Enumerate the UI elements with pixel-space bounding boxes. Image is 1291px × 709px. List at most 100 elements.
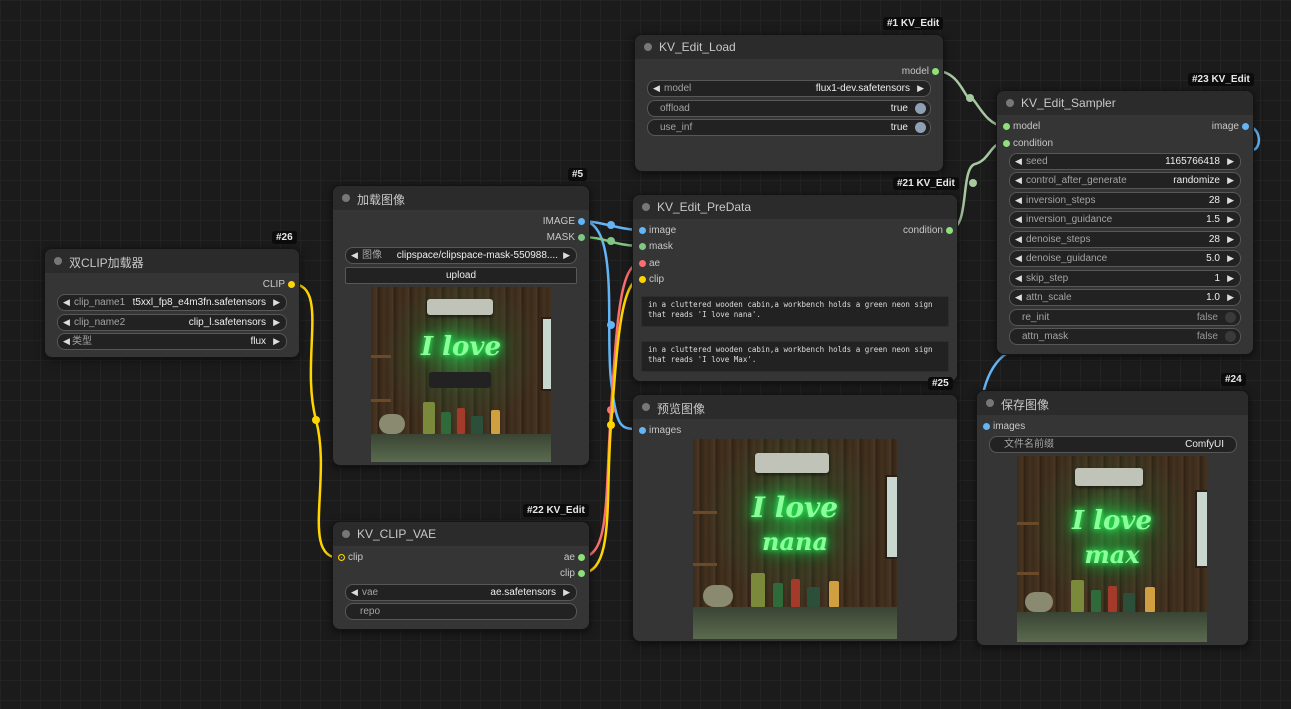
collapse-dot-icon[interactable] bbox=[342, 194, 350, 202]
slot-dot-icon[interactable] bbox=[639, 227, 646, 234]
upload-button[interactable]: upload bbox=[345, 267, 577, 284]
input-slot-condition[interactable]: condition bbox=[1003, 137, 1083, 151]
collapse-dot-icon[interactable] bbox=[342, 530, 350, 538]
toggle-re-init[interactable]: re_init false bbox=[1009, 309, 1241, 326]
output-slot-image[interactable]: IMAGE bbox=[505, 215, 585, 229]
arrow-left-icon[interactable]: ◀ bbox=[653, 81, 660, 96]
input-slot-images[interactable]: images bbox=[983, 420, 1063, 434]
widget-image-select[interactable]: ◀ 图像 clipspace/clipspace-mask-550988....… bbox=[345, 247, 577, 264]
toggle-offload[interactable]: offload true bbox=[647, 100, 931, 117]
slot-dot-icon[interactable] bbox=[946, 227, 953, 234]
arrow-right-icon[interactable]: ▶ bbox=[273, 295, 280, 310]
arrow-right-icon[interactable]: ▶ bbox=[563, 248, 570, 263]
collapse-dot-icon[interactable] bbox=[986, 399, 994, 407]
toggle-on-icon[interactable] bbox=[915, 103, 926, 114]
slot-dot-icon[interactable] bbox=[1003, 140, 1010, 147]
arrow-right-icon[interactable]: ▶ bbox=[1227, 154, 1234, 169]
widget-clip-name1[interactable]: ◀ clip_name1 t5xxl_fp8_e4m3fn.safetensor… bbox=[57, 294, 287, 311]
preview-image-node[interactable]: 预览图像 images I love nana bbox=[632, 394, 958, 642]
input-slot-clip[interactable]: clip bbox=[338, 551, 418, 565]
node-header[interactable]: KV_Edit_Load bbox=[635, 35, 943, 59]
kv-edit-load-node[interactable]: KV_Edit_Load model ◀ model flux1-dev.saf… bbox=[634, 34, 944, 172]
arrow-left-icon[interactable]: ◀ bbox=[63, 334, 70, 349]
arrow-left-icon[interactable]: ◀ bbox=[1015, 212, 1022, 227]
collapse-dot-icon[interactable] bbox=[642, 203, 650, 211]
arrow-left-icon[interactable]: ◀ bbox=[1015, 232, 1022, 247]
widget-inversion-steps[interactable]: ◀ inversion_steps 28 ▶ bbox=[1009, 192, 1241, 209]
node-header[interactable]: KV_Edit_Sampler bbox=[997, 91, 1253, 115]
arrow-left-icon[interactable]: ◀ bbox=[63, 295, 70, 310]
kv-clip-vae-node[interactable]: KV_CLIP_VAE clip ae clip ◀ vae ae.safete… bbox=[332, 521, 590, 630]
collapse-dot-icon[interactable] bbox=[642, 403, 650, 411]
output-slot-clip[interactable]: clip bbox=[505, 567, 585, 581]
toggle-use-inf[interactable]: use_inf true bbox=[647, 119, 931, 136]
widget-type[interactable]: ◀ 类型 flux ▶ bbox=[57, 333, 287, 350]
slot-dot-icon[interactable] bbox=[639, 427, 646, 434]
input-slot-mask[interactable]: mask bbox=[639, 240, 719, 254]
node-header[interactable]: 保存图像 bbox=[977, 391, 1248, 415]
output-slot-mask[interactable]: MASK bbox=[505, 231, 585, 245]
node-header[interactable]: KV_Edit_PreData bbox=[633, 195, 957, 219]
toggle-off-icon[interactable] bbox=[1225, 331, 1236, 342]
slot-dot-icon[interactable] bbox=[338, 554, 345, 561]
toggle-attn-mask[interactable]: attn_mask false bbox=[1009, 328, 1241, 345]
slot-dot-icon[interactable] bbox=[578, 234, 585, 241]
input-slot-images[interactable]: images bbox=[639, 424, 719, 438]
arrow-right-icon[interactable]: ▶ bbox=[1227, 212, 1234, 227]
arrow-right-icon[interactable]: ▶ bbox=[1227, 193, 1234, 208]
widget-denoise-guidance[interactable]: ◀ denoise_guidance 5.0 ▶ bbox=[1009, 250, 1241, 267]
node-header[interactable]: 预览图像 bbox=[633, 395, 957, 419]
collapse-dot-icon[interactable] bbox=[644, 43, 652, 51]
toggle-on-icon[interactable] bbox=[915, 122, 926, 133]
slot-dot-icon[interactable] bbox=[578, 554, 585, 561]
slot-dot-icon[interactable] bbox=[639, 276, 646, 283]
slot-dot-icon[interactable] bbox=[983, 423, 990, 430]
arrow-right-icon[interactable]: ▶ bbox=[1227, 271, 1234, 286]
toggle-off-icon[interactable] bbox=[1225, 312, 1236, 323]
arrow-right-icon[interactable]: ▶ bbox=[1227, 251, 1234, 266]
save-image-node[interactable]: 保存图像 images 文件名前缀 ComfyUI I love max bbox=[976, 390, 1249, 646]
arrow-left-icon[interactable]: ◀ bbox=[351, 248, 358, 263]
arrow-left-icon[interactable]: ◀ bbox=[1015, 193, 1022, 208]
arrow-right-icon[interactable]: ▶ bbox=[1227, 232, 1234, 247]
source-prompt-textarea[interactable]: in a cluttered wooden cabin,a workbench … bbox=[641, 296, 949, 327]
arrow-left-icon[interactable]: ◀ bbox=[1015, 271, 1022, 286]
slot-dot-icon[interactable] bbox=[288, 281, 295, 288]
input-slot-image[interactable]: image bbox=[639, 224, 719, 238]
arrow-left-icon[interactable]: ◀ bbox=[63, 315, 70, 330]
output-slot-model[interactable]: model bbox=[859, 65, 939, 79]
widget-repo[interactable]: repo bbox=[345, 603, 577, 620]
arrow-left-icon[interactable]: ◀ bbox=[1015, 251, 1022, 266]
load-image-node[interactable]: 加载图像 IMAGE MASK ◀ 图像 clipspace/clipspace… bbox=[332, 185, 590, 466]
output-slot-ae[interactable]: ae bbox=[505, 551, 585, 565]
input-slot-ae[interactable]: ae bbox=[639, 257, 719, 271]
widget-filename-prefix[interactable]: 文件名前缀 ComfyUI bbox=[989, 436, 1237, 453]
input-slot-clip[interactable]: clip bbox=[639, 273, 719, 287]
slot-dot-icon[interactable] bbox=[932, 68, 939, 75]
widget-clip-name2[interactable]: ◀ clip_name2 clip_l.safetensors ▶ bbox=[57, 314, 287, 331]
arrow-left-icon[interactable]: ◀ bbox=[351, 585, 358, 600]
widget-vae[interactable]: ◀ vae ae.safetensors ▶ bbox=[345, 584, 577, 601]
arrow-right-icon[interactable]: ▶ bbox=[563, 585, 570, 600]
dual-clip-loader-node[interactable]: 双CLIP加载器 CLIP ◀ clip_name1 t5xxl_fp8_e4m… bbox=[44, 248, 300, 358]
kv-edit-predata-node[interactable]: KV_Edit_PreData image mask ae clip condi… bbox=[632, 194, 958, 382]
widget-attn-scale[interactable]: ◀ attn_scale 1.0 ▶ bbox=[1009, 289, 1241, 306]
output-slot-condition[interactable]: condition bbox=[873, 224, 953, 238]
node-header[interactable]: 双CLIP加载器 bbox=[45, 249, 299, 273]
slot-dot-icon[interactable] bbox=[1242, 123, 1249, 130]
arrow-left-icon[interactable]: ◀ bbox=[1015, 173, 1022, 188]
widget-skip-step[interactable]: ◀ skip_step 1 ▶ bbox=[1009, 270, 1241, 287]
widget-inversion-guidance[interactable]: ◀ inversion_guidance 1.5 ▶ bbox=[1009, 211, 1241, 228]
target-prompt-textarea[interactable]: in a cluttered wooden cabin,a workbench … bbox=[641, 341, 949, 372]
widget-denoise-steps[interactable]: ◀ denoise_steps 28 ▶ bbox=[1009, 231, 1241, 248]
widget-model[interactable]: ◀ model flux1-dev.safetensors ▶ bbox=[647, 80, 931, 97]
arrow-right-icon[interactable]: ▶ bbox=[917, 81, 924, 96]
arrow-left-icon[interactable]: ◀ bbox=[1015, 290, 1022, 305]
arrow-right-icon[interactable]: ▶ bbox=[273, 334, 280, 349]
arrow-right-icon[interactable]: ▶ bbox=[1227, 290, 1234, 305]
node-header[interactable]: 加载图像 bbox=[333, 186, 589, 210]
arrow-right-icon[interactable]: ▶ bbox=[273, 315, 280, 330]
output-slot-image[interactable]: image bbox=[1169, 120, 1249, 134]
arrow-left-icon[interactable]: ◀ bbox=[1015, 154, 1022, 169]
collapse-dot-icon[interactable] bbox=[54, 257, 62, 265]
